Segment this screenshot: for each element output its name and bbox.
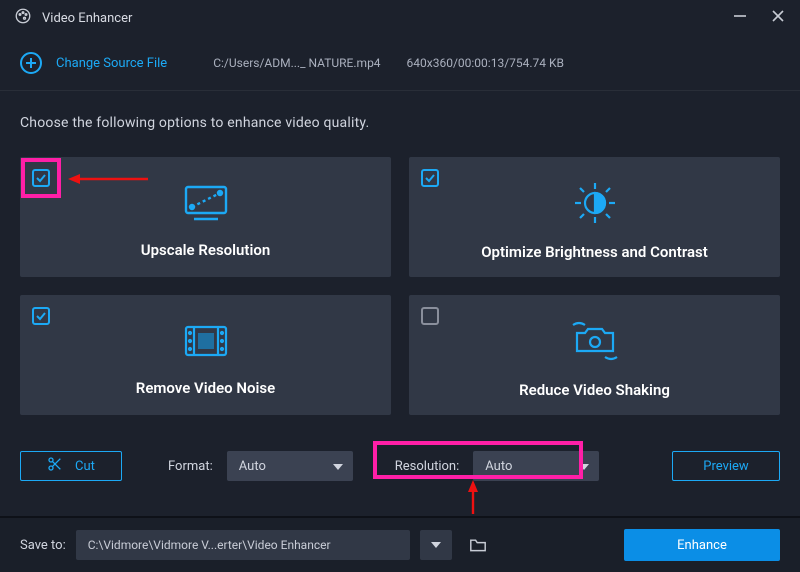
- bottom-bar: Save to: C:\Vidmore\Vidmore V...erter\Vi…: [0, 516, 800, 572]
- chevron-down-icon: [333, 459, 343, 474]
- scissors-icon: [47, 456, 63, 476]
- card-reduce-shaking[interactable]: Reduce Video Shaking: [409, 295, 780, 415]
- save-to-label: Save to:: [20, 538, 66, 553]
- window-title: Video Enhancer: [42, 11, 132, 26]
- film-icon: [180, 321, 232, 365]
- save-path-box[interactable]: C:\Vidmore\Vidmore V...erter\Video Enhan…: [76, 530, 410, 560]
- source-row: Change Source File C:/Users/ADM..._ NATU…: [0, 36, 800, 91]
- chevron-down-icon: [579, 459, 589, 474]
- minimize-button[interactable]: [732, 8, 748, 28]
- monitor-icon: [178, 183, 234, 227]
- card-upscale-resolution[interactable]: Upscale Resolution: [20, 157, 391, 277]
- annotation-arrow-2: [466, 480, 480, 518]
- card-label: Reduce Video Shaking: [519, 381, 670, 399]
- resolution-value: Auto: [485, 459, 512, 474]
- palette-icon: [14, 7, 32, 29]
- change-source-link[interactable]: Change Source File: [56, 56, 167, 71]
- resolution-label: Resolution:: [395, 459, 460, 474]
- card-optimize-brightness[interactable]: Optimize Brightness and Contrast: [409, 157, 780, 277]
- title-bar: Video Enhancer: [0, 0, 800, 36]
- card-label: Remove Video Noise: [136, 379, 275, 397]
- instruction-text: Choose the following options to enhance …: [20, 115, 780, 131]
- checkbox-optimize[interactable]: [421, 169, 439, 187]
- cut-button[interactable]: Cut: [20, 451, 122, 481]
- format-value: Auto: [239, 459, 266, 474]
- preview-label: Preview: [703, 459, 748, 474]
- cut-label: Cut: [75, 459, 95, 474]
- controls-row: Cut Format: Auto Resolution: Auto Previe…: [0, 429, 800, 481]
- save-path-dropdown[interactable]: [420, 530, 452, 560]
- brightness-icon: [569, 181, 621, 229]
- checkbox-denoise[interactable]: [32, 307, 50, 325]
- open-folder-button[interactable]: [462, 530, 494, 560]
- card-label: Upscale Resolution: [141, 241, 270, 259]
- card-label: Optimize Brightness and Contrast: [481, 243, 708, 261]
- source-info: 640x360/00:00:13/754.74 KB: [407, 56, 564, 70]
- format-select[interactable]: Auto: [227, 451, 353, 481]
- format-label: Format:: [168, 459, 213, 474]
- checkbox-deshake[interactable]: [421, 307, 439, 325]
- resolution-select[interactable]: Auto: [473, 451, 599, 481]
- enhance-button[interactable]: Enhance: [624, 529, 780, 561]
- checkbox-upscale[interactable]: [32, 169, 50, 187]
- source-path: C:/Users/ADM..._ NATURE.mp4: [213, 56, 380, 70]
- card-remove-noise[interactable]: Remove Video Noise: [20, 295, 391, 415]
- camera-icon: [567, 319, 623, 367]
- close-button[interactable]: [770, 8, 786, 28]
- add-source-icon[interactable]: [20, 52, 42, 74]
- preview-button[interactable]: Preview: [672, 451, 780, 481]
- save-path: C:\Vidmore\Vidmore V...erter\Video Enhan…: [88, 538, 331, 552]
- enhance-label: Enhance: [677, 538, 727, 553]
